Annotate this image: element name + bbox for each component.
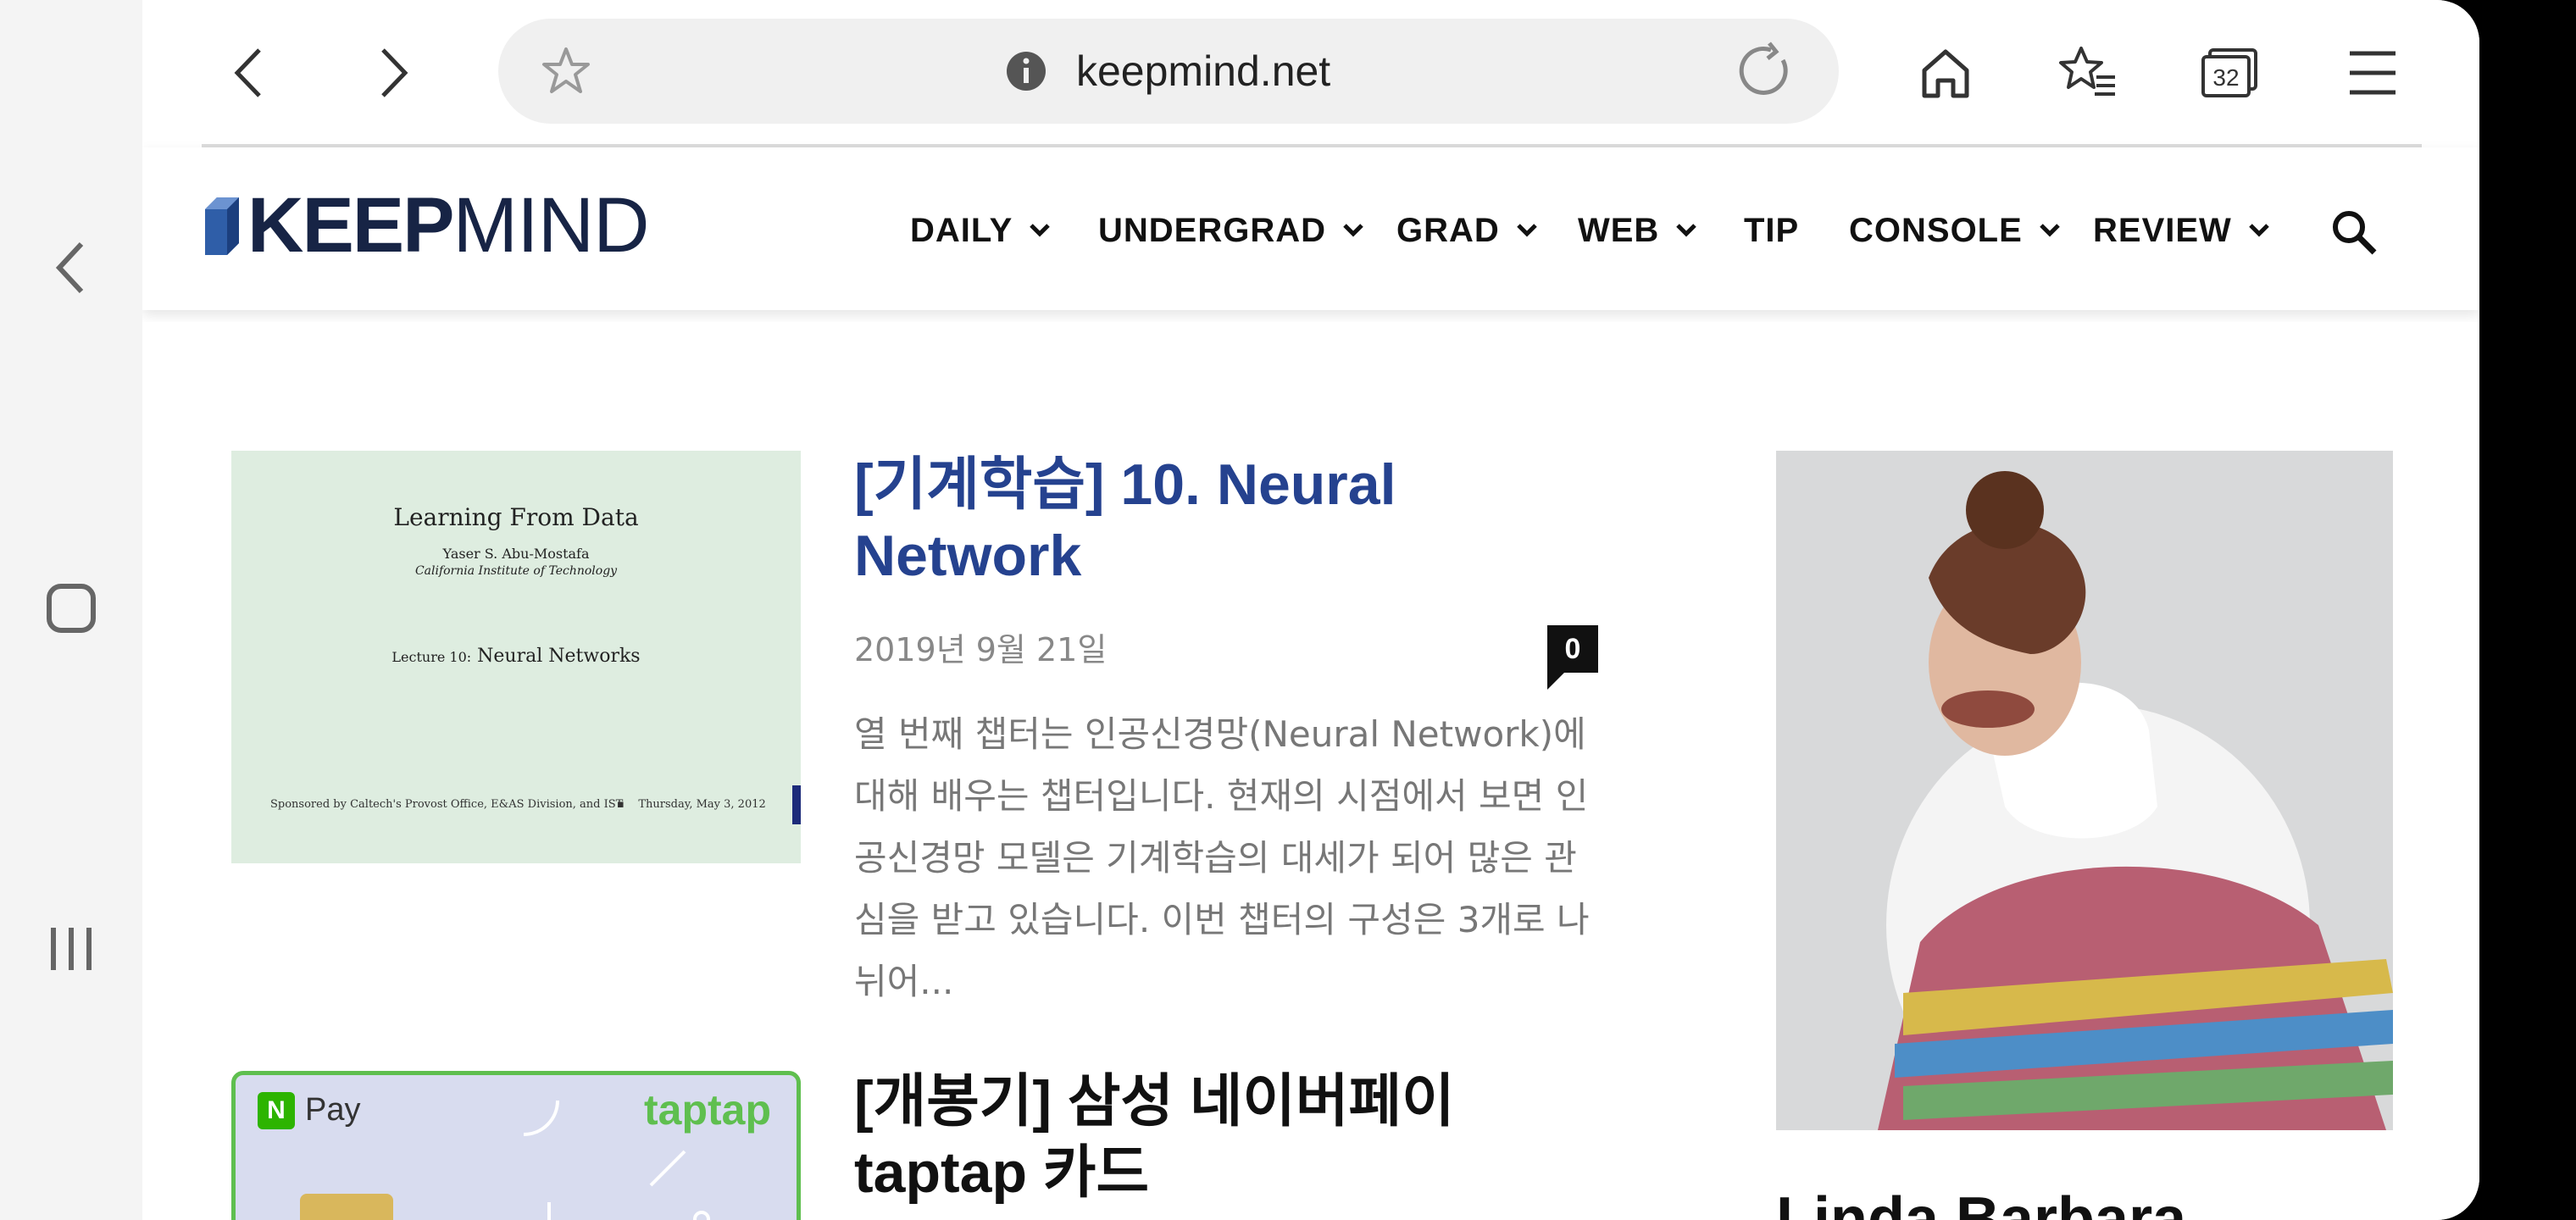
post-date: 2019년 9월 21일	[854, 631, 1108, 668]
nav-console[interactable]: CONSOLE	[1849, 205, 2062, 256]
browser-home-button[interactable]	[1903, 30, 1988, 115]
browser-toolbar: keepmind.net 32	[142, 0, 2479, 141]
address-bar[interactable]: keepmind.net	[498, 19, 1839, 124]
nav-label: GRAD	[1396, 211, 1500, 249]
home-square-icon	[47, 584, 96, 633]
browser-window: keepmind.net 32 KEEP MIND DAILY UNDERGRA…	[142, 0, 2479, 1220]
system-back-button[interactable]	[29, 225, 114, 310]
nav-grad[interactable]: GRAD	[1396, 205, 1539, 256]
nav-label: WEB	[1578, 211, 1660, 249]
browser-back-button[interactable]	[208, 30, 293, 115]
comment-count-badge[interactable]: 0	[1547, 625, 1598, 673]
chevron-left-icon	[234, 48, 261, 97]
browser-forward-button[interactable]	[349, 30, 434, 115]
book-logo-icon	[205, 197, 239, 255]
star-outline-icon	[542, 47, 590, 93]
tab-count: 32	[2212, 64, 2239, 91]
chevron-right-icon	[381, 48, 408, 97]
recents-icon	[51, 928, 92, 970]
browser-menu-button[interactable]	[2330, 30, 2415, 115]
thumb-lecture: Lecture 10: Neural Networks	[231, 646, 801, 667]
chevron-down-icon	[2040, 224, 2060, 237]
naver-n-icon: N	[258, 1092, 295, 1129]
info-icon	[1007, 52, 1046, 91]
card-pay-label: Pay	[305, 1092, 361, 1128]
thumb-sponsor: Sponsored by Caltech's Provost Office, E…	[270, 798, 624, 811]
house-icon	[1922, 49, 1969, 98]
author-name: Linda Barbara	[1776, 1185, 2187, 1220]
author-photo	[1776, 451, 2393, 1130]
site-header: KEEP MIND DAILY UNDERGRAD GRAD WEB TIP CO…	[142, 147, 2479, 310]
site-search-button[interactable]	[2329, 207, 2379, 258]
thumb-affiliation: California Institute of Technology	[414, 564, 618, 578]
nav-label: UNDERGRAD	[1098, 211, 1326, 249]
site-logo[interactable]: KEEP MIND	[202, 181, 650, 269]
author-photo-image	[1776, 451, 2393, 1130]
nav-label: DAILY	[910, 211, 1013, 249]
chevron-down-icon	[1517, 224, 1537, 237]
card-decoration-icon	[524, 1101, 710, 1220]
comment-badge-tail	[1547, 673, 1564, 690]
reload-button[interactable]	[1737, 42, 1796, 104]
bookmarks-list-icon	[2059, 47, 2115, 96]
chevron-down-icon	[1343, 224, 1363, 237]
chevron-down-icon	[1676, 224, 1697, 237]
site-info-button[interactable]	[1005, 50, 1047, 96]
main-content: Learning From Data Yaser S. Abu-Mostafa …	[142, 322, 2479, 1220]
hamburger-menu-icon	[2350, 51, 2396, 95]
logo-text-light: MIND	[452, 181, 650, 269]
thumb-lecture-title: Neural Networks	[477, 646, 641, 667]
system-nav-bar	[0, 0, 142, 1220]
back-icon	[55, 241, 84, 294]
nav-undergrad[interactable]: UNDERGRAD	[1098, 205, 1365, 256]
search-icon	[2333, 211, 2377, 255]
thumb-heading: Learning From Data	[393, 503, 639, 531]
tabs-button[interactable]: 32	[2188, 30, 2273, 115]
thumb-edge-mark	[792, 785, 801, 824]
thumb-date-text: Thursday, May 3, 2012	[638, 798, 766, 811]
chevron-down-icon	[2249, 224, 2269, 237]
post-title[interactable]: [기계학습] 10. Neural Network	[854, 449, 1549, 591]
tabs-icon: 32	[2201, 48, 2257, 97]
post-title[interactable]: [개봉기] 삼성 네이버페이 taptap 카드	[854, 1066, 1617, 1208]
thumb-lecture-prefix: Lecture 10:	[391, 649, 472, 665]
reload-icon	[1739, 42, 1788, 95]
logo-text-bold: KEEP	[247, 181, 455, 269]
nav-tip[interactable]: TIP	[1744, 205, 1799, 256]
bookmark-star-button[interactable]	[539, 44, 593, 102]
nav-label: REVIEW	[2093, 211, 2232, 249]
nav-label: TIP	[1744, 211, 1800, 249]
nav-label: CONSOLE	[1849, 211, 2023, 249]
thumb-author: Yaser S. Abu-Mostafa	[442, 546, 590, 562]
nav-review[interactable]: REVIEW	[2093, 205, 2271, 256]
system-recents-button[interactable]	[29, 907, 114, 991]
bookmarks-button[interactable]	[2046, 30, 2130, 115]
nav-daily[interactable]: DAILY	[910, 205, 1052, 256]
post-thumbnail[interactable]: Learning From Data Yaser S. Abu-Mostafa …	[231, 451, 801, 863]
nav-web[interactable]: WEB	[1578, 205, 1698, 256]
chevron-down-icon	[1030, 224, 1051, 237]
card-chip	[300, 1194, 393, 1220]
post-excerpt: 열 번째 챕터는 인공신경망(Neural Network)에 대해 배우는 챕…	[854, 713, 1590, 1002]
system-home-button[interactable]	[29, 566, 114, 651]
post-thumbnail-card[interactable]: N Pay taptap	[231, 1071, 801, 1220]
thumb-date: ▪ Thursday, May 3, 2012	[617, 798, 766, 811]
url-text: keepmind.net	[1076, 47, 1331, 95]
